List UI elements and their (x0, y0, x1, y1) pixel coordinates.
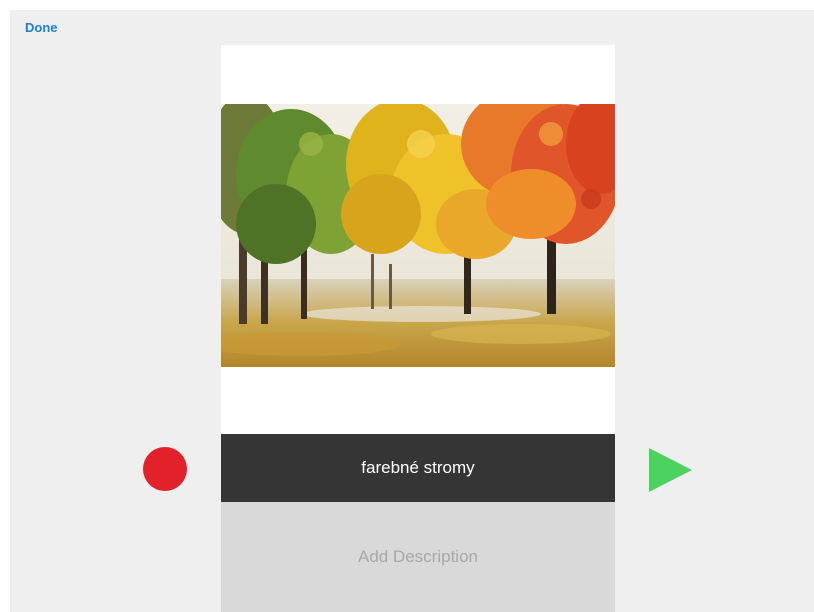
description-placeholder: Add Description (357, 547, 478, 566)
photo-card: farebné stromy Add Description (221, 45, 615, 612)
autumn-trees-photo (221, 104, 615, 367)
photo-title: farebné stromy (361, 458, 475, 477)
record-icon[interactable] (143, 447, 187, 491)
photo-title-bar[interactable]: farebné stromy (221, 434, 615, 502)
play-icon[interactable] (649, 448, 692, 492)
app-screen: Done farebné stromy Add Description (10, 10, 814, 612)
done-button[interactable]: Done (25, 20, 58, 35)
description-field[interactable]: Add Description (221, 502, 615, 612)
